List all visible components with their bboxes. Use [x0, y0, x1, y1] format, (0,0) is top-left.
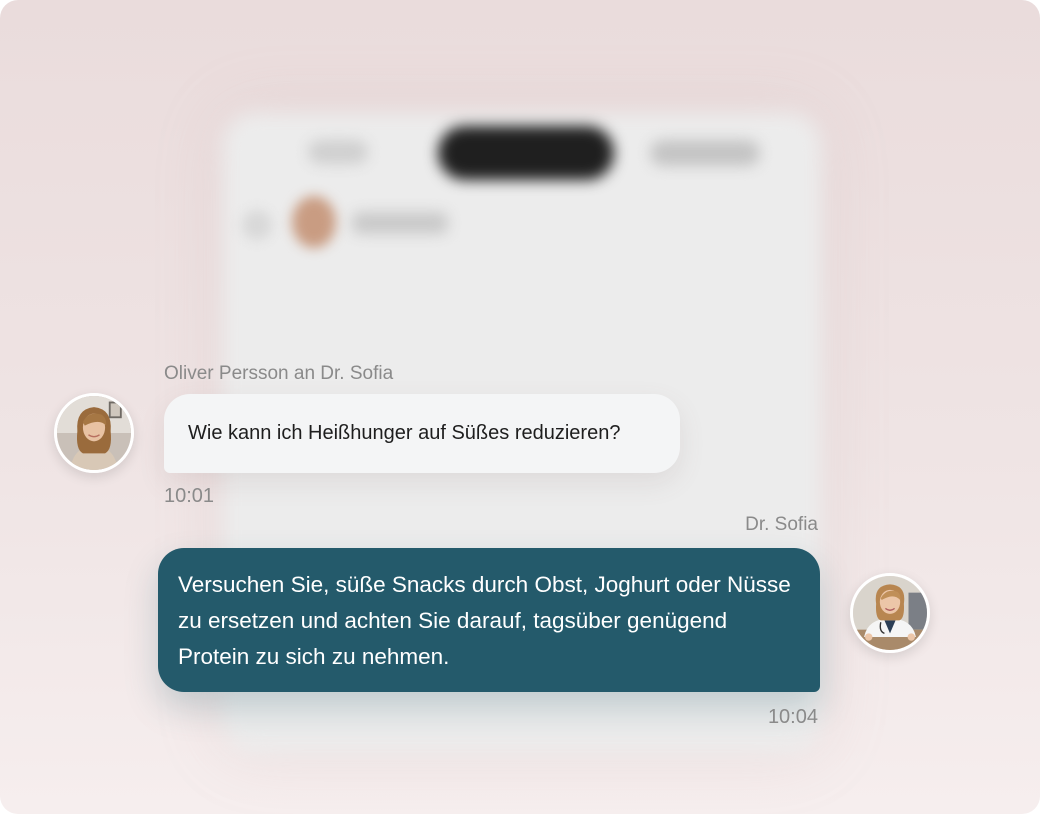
outgoing-message-text: Versuchen Sie, süße Snacks durch Obst, J…	[178, 572, 791, 669]
incoming-message-time: 10:01	[164, 485, 215, 507]
incoming-message-text: Wie kann ich Heißhunger auf Süßes reduzi…	[188, 422, 621, 444]
blurred-tab	[308, 140, 368, 164]
blurred-tab	[650, 140, 760, 166]
woman-avatar-icon	[54, 393, 134, 473]
doctor-avatar-icon	[850, 573, 930, 653]
blurred-back-icon	[242, 210, 272, 240]
chat-showcase: Oliver Persson an Dr. Sofia Wie kann ich…	[0, 0, 1040, 814]
blurred-active-tab	[438, 126, 614, 180]
outgoing-message-time: 10:04	[767, 706, 818, 728]
outgoing-sender-label: Dr. Sofia	[745, 514, 818, 535]
outgoing-message-bubble[interactable]: Versuchen Sie, süße Snacks durch Obst, J…	[158, 548, 820, 692]
incoming-sender-label: Oliver Persson an Dr. Sofia	[164, 363, 394, 384]
blurred-avatar	[292, 196, 336, 248]
incoming-message-bubble[interactable]: Wie kann ich Heißhunger auf Süßes reduzi…	[164, 394, 680, 473]
blurred-contact-name	[352, 212, 448, 234]
